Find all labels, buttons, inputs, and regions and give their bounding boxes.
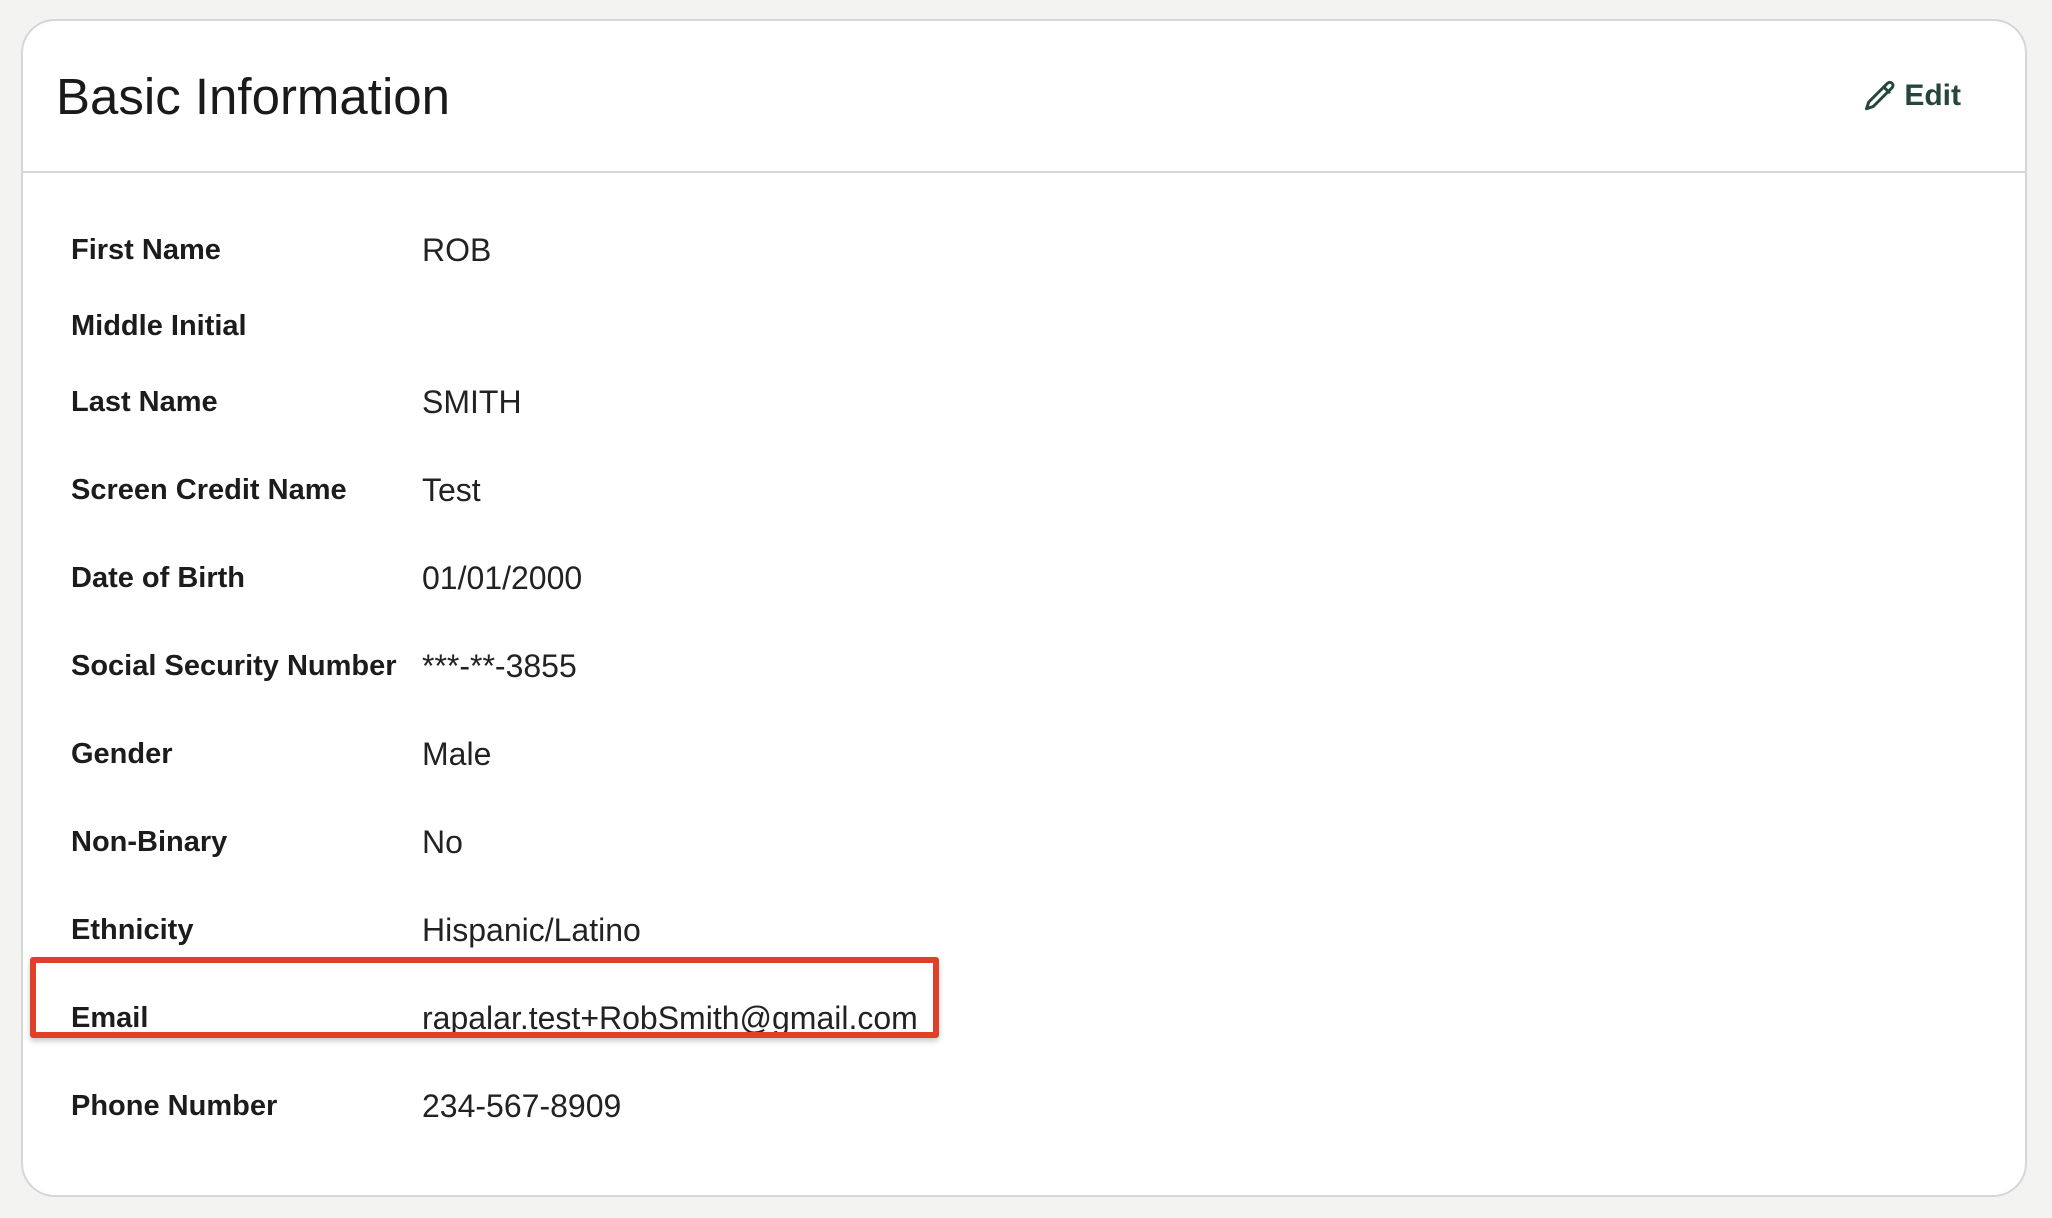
field-value: rapalar.test+RobSmith@gmail.com (422, 1000, 918, 1036)
field-first-name: First Name ROB (23, 225, 2025, 275)
field-value: ROB (422, 232, 492, 268)
field-label: Last Name (71, 386, 218, 418)
field-value: SMITH (422, 384, 522, 420)
field-label: Non-Binary (71, 826, 228, 858)
field-label: Ethnicity (71, 914, 194, 946)
field-label: Screen Credit Name (71, 474, 347, 506)
field-value: Test (422, 472, 481, 508)
field-label: Phone Number (71, 1090, 278, 1122)
edit-label: Edit (1904, 79, 1961, 112)
field-label: Gender (71, 738, 173, 770)
field-label: Date of Birth (71, 562, 245, 594)
field-value: 01/01/2000 (422, 560, 583, 596)
field-value: ***-**-3855 (422, 648, 577, 684)
field-phone-number: Phone Number 234-567-8909 (23, 1081, 2025, 1131)
field-label: Middle Initial (71, 310, 247, 342)
field-ethnicity: Ethnicity Hispanic/Latino (23, 905, 2025, 955)
field-social-security-number: Social Security Number ***-**-3855 (23, 641, 2025, 691)
card-header: Basic Information Edit (23, 21, 2025, 173)
card-title: Basic Information (56, 68, 451, 125)
field-value: No (422, 824, 463, 860)
field-email: Email rapalar.test+RobSmith@gmail.com (23, 993, 2025, 1043)
field-value: 234-567-8909 (422, 1088, 622, 1124)
field-label: Social Security Number (71, 650, 397, 682)
field-label: First Name (71, 234, 221, 266)
field-gender: Gender Male (23, 729, 2025, 779)
field-date-of-birth: Date of Birth 01/01/2000 (23, 553, 2025, 603)
field-label: Email (71, 1002, 149, 1034)
field-value: Hispanic/Latino (422, 912, 641, 948)
field-value: Male (422, 736, 492, 772)
field-non-binary: Non-Binary No (23, 817, 2025, 867)
field-last-name: Last Name SMITH (23, 377, 2025, 427)
basic-information-card: Basic Information Edit First Name ROB Mi… (21, 19, 2027, 1197)
field-screen-credit-name: Screen Credit Name Test (23, 465, 2025, 515)
edit-button[interactable]: Edit (1862, 75, 1961, 117)
field-middle-initial: Middle Initial (23, 301, 2025, 351)
pencil-icon (1862, 78, 1898, 114)
